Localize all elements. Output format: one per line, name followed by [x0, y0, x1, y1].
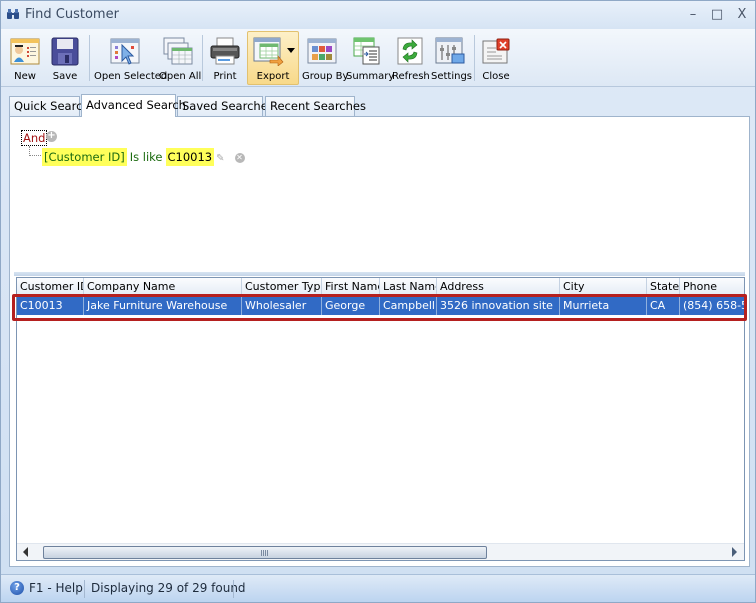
- open-all-label: Open All: [159, 71, 202, 82]
- cell-company-name: Jake Furniture Warehouse: [84, 296, 242, 315]
- open-selected-icon: [110, 38, 140, 65]
- printer-icon: [210, 37, 240, 65]
- results-grid: Customer ID Company Name Customer Type F…: [16, 277, 745, 561]
- column-header-city[interactable]: City: [560, 278, 647, 295]
- column-header-last-name[interactable]: Last Name: [380, 278, 437, 295]
- group-by-button[interactable]: Group By: [301, 31, 349, 85]
- cell-last-name: Campbell: [380, 296, 437, 315]
- condition-field[interactable]: [Customer ID]: [42, 148, 127, 166]
- cell-customer-id: C10013: [17, 296, 84, 315]
- settings-icon: [435, 37, 465, 64]
- group-operator[interactable]: And: [21, 130, 48, 146]
- scrollbar-thumb[interactable]: [43, 546, 487, 559]
- new-button[interactable]: New: [6, 31, 44, 85]
- status-bar: ? F1 - Help Displaying 29 of 29 found: [1, 574, 755, 602]
- tree-connector: [29, 146, 41, 156]
- open-all-button[interactable]: Open All: [158, 31, 202, 85]
- open-selected-label: Open Selected: [94, 71, 168, 82]
- tab-advanced-search[interactable]: Advanced Search: [81, 94, 186, 117]
- panel-splitter[interactable]: [14, 272, 745, 276]
- refresh-icon: [397, 37, 423, 65]
- pencil-icon[interactable]: ✎: [216, 151, 224, 167]
- title-bar: Find Customer – □ X: [1, 1, 755, 29]
- close-window-button[interactable]: X: [732, 6, 752, 24]
- cell-address: 3526 innovation site: [437, 296, 560, 315]
- window-title: Find Customer: [25, 7, 119, 22]
- cell-city: Murrieta: [560, 296, 647, 315]
- print-label: Print: [213, 71, 237, 82]
- binoculars-icon: [7, 9, 19, 19]
- save-button[interactable]: Save: [46, 31, 84, 85]
- filter-condition: [Customer ID] Is like C10013 ✎ ✕: [42, 148, 245, 167]
- toolbar-separator: [89, 35, 90, 81]
- remove-condition-icon[interactable]: ✕: [234, 153, 245, 163]
- column-header-customer-type[interactable]: Customer Type: [242, 278, 322, 295]
- column-header-phone[interactable]: Phone: [680, 278, 744, 295]
- grid-header: Customer ID Company Name Customer Type F…: [17, 278, 744, 295]
- column-header-company-name[interactable]: Company Name: [84, 278, 242, 295]
- cell-customer-type: Wholesaler: [242, 296, 322, 315]
- maximize-button[interactable]: □: [707, 6, 727, 24]
- column-header-state[interactable]: State: [647, 278, 680, 295]
- summary-button[interactable]: Summary: [345, 31, 395, 85]
- column-header-address[interactable]: Address: [437, 278, 560, 295]
- summary-label: Summary: [346, 71, 395, 82]
- export-dropdown-arrow[interactable]: [287, 48, 295, 53]
- export-label: Export: [256, 71, 290, 82]
- toolbar: New Save Open Selected Open All Print Ex…: [1, 29, 755, 87]
- help-icon[interactable]: ?: [10, 581, 24, 595]
- print-button[interactable]: Print: [206, 31, 244, 85]
- status-separator: [233, 580, 234, 598]
- advanced-search-panel: And + [Customer ID] Is like C10013 ✎ ✕ Custo…: [9, 116, 750, 567]
- export-icon: [253, 37, 284, 66]
- minimize-button[interactable]: –: [683, 6, 703, 24]
- cell-state: CA: [647, 296, 680, 315]
- column-header-customer-id[interactable]: Customer ID: [17, 278, 84, 295]
- group-by-icon: [307, 38, 337, 64]
- close-button[interactable]: Close: [478, 31, 514, 85]
- toolbar-separator: [202, 35, 203, 81]
- filter-editor: And + [Customer ID] Is like C10013 ✎ ✕: [14, 121, 745, 271]
- add-condition-icon[interactable]: +: [46, 131, 57, 142]
- table-row[interactable]: C10013 Jake Furniture Warehouse Wholesal…: [17, 296, 744, 315]
- results-count: Displaying 29 of 29 found: [91, 581, 246, 595]
- scroll-right-arrow-icon[interactable]: [732, 547, 737, 557]
- help-shortcut[interactable]: F1 - Help: [29, 581, 83, 595]
- horizontal-scrollbar[interactable]: [17, 543, 744, 560]
- scroll-left-arrow-icon[interactable]: [23, 547, 28, 557]
- floppy-disk-icon: [51, 37, 79, 66]
- save-label: Save: [52, 71, 78, 82]
- settings-button[interactable]: Settings: [430, 31, 473, 85]
- export-button[interactable]: Export: [247, 31, 299, 85]
- condition-operator[interactable]: Is like: [127, 150, 166, 164]
- new-label: New: [14, 71, 36, 82]
- grip-icon: [261, 550, 269, 556]
- tab-saved-searches[interactable]: Saved Searches: [177, 96, 274, 116]
- close-window-icon: [482, 38, 510, 64]
- column-header-first-name[interactable]: First Name: [322, 278, 380, 295]
- settings-label: Settings: [431, 71, 473, 82]
- open-all-icon: [163, 37, 193, 65]
- open-selected-button[interactable]: Open Selected: [93, 31, 168, 85]
- toolbar-separator: [474, 35, 475, 81]
- tab-recent-searches[interactable]: Recent Searches: [265, 96, 366, 116]
- refresh-label: Refresh: [392, 71, 430, 82]
- close-label: Close: [482, 71, 510, 82]
- cell-first-name: George: [322, 296, 380, 315]
- find-customer-window: Find Customer – □ X New Save Open Select…: [0, 0, 756, 603]
- tab-quick-search[interactable]: Quick Search: [9, 96, 90, 116]
- summary-icon: [353, 37, 380, 65]
- new-customer-icon: [10, 38, 40, 65]
- condition-value[interactable]: C10013: [165, 148, 215, 166]
- refresh-button[interactable]: Refresh: [391, 31, 430, 85]
- cell-phone: (854) 658-54: [683, 299, 744, 312]
- group-by-label: Group By: [302, 71, 349, 82]
- status-separator: [84, 580, 85, 598]
